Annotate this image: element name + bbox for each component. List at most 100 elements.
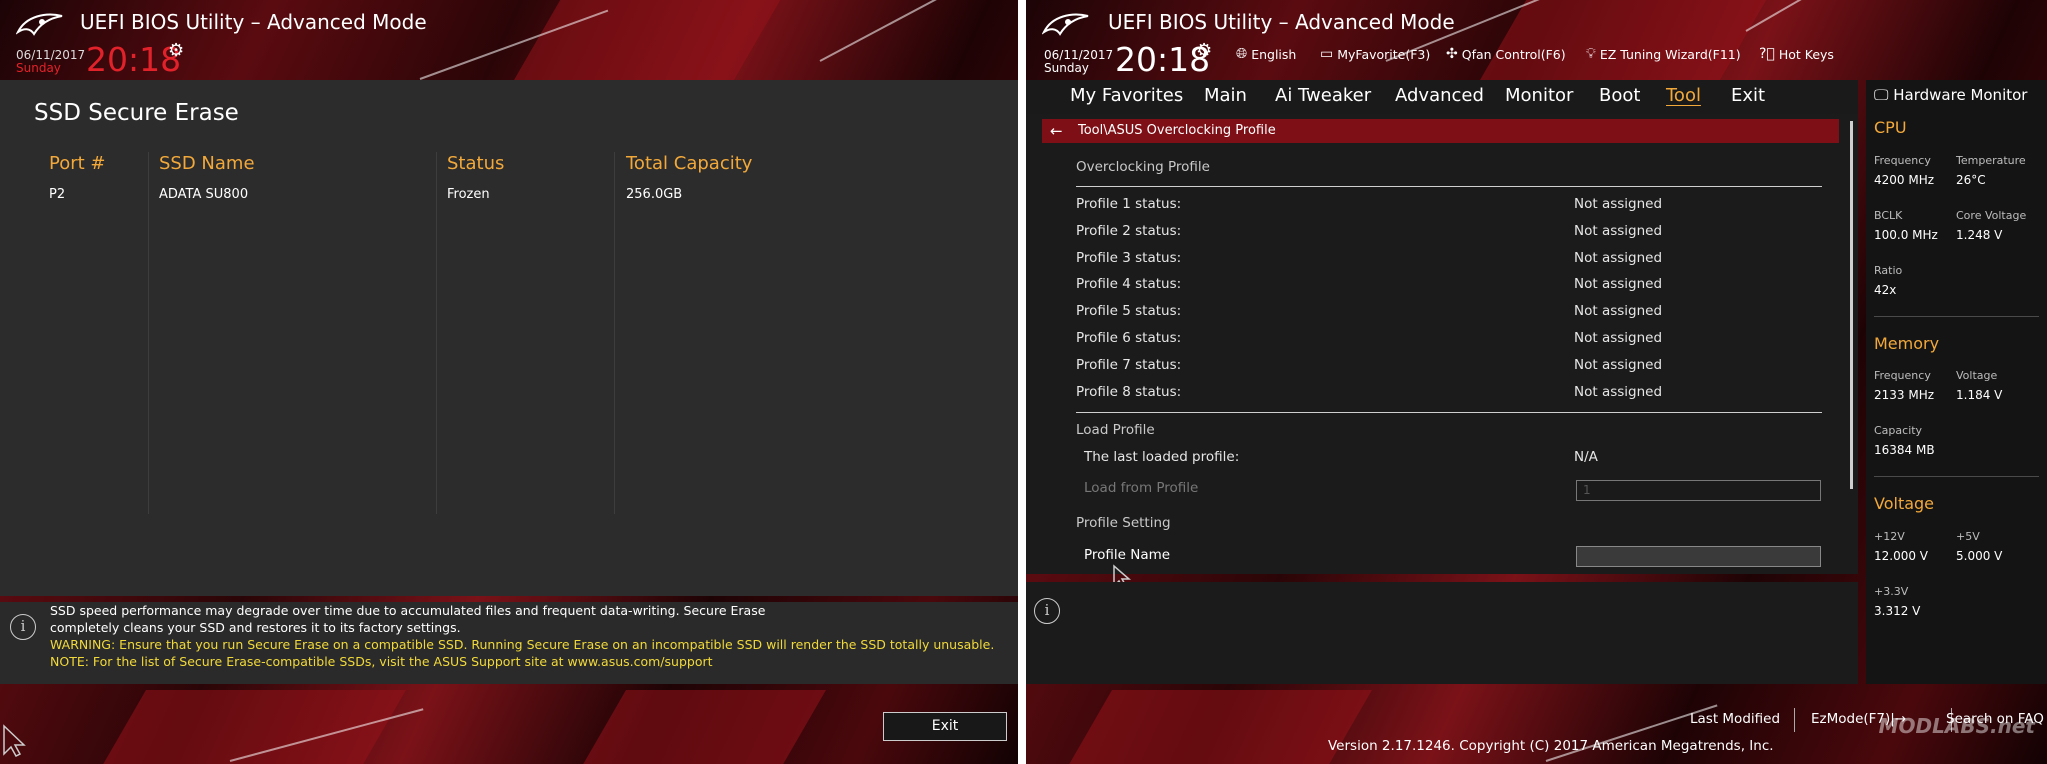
column-divider xyxy=(614,152,615,514)
core-voltage-value: 1.248 V xyxy=(1956,228,2003,242)
tab-boot[interactable]: Boot xyxy=(1599,85,1640,106)
myfavorite-button[interactable]: ▭ MyFavorite(F3) xyxy=(1320,46,1430,62)
memory-frequency-value: 2133 MHz xyxy=(1874,388,1935,402)
section-overclocking-profile: Overclocking Profile xyxy=(1076,159,1210,175)
day-text: Sunday xyxy=(16,61,61,75)
exit-button[interactable]: Exit xyxy=(883,712,1007,741)
page-title: SSD Secure Erase xyxy=(34,100,239,126)
language-button[interactable]: 🌐︎ English xyxy=(1236,46,1296,62)
voltage-heading: Voltage xyxy=(1874,494,1935,513)
info-line-1: SSD speed performance may degrade over t… xyxy=(50,603,766,618)
profile-status-label: Profile 5 status: xyxy=(1076,303,1182,319)
profile-name-label: Profile Name xyxy=(1084,547,1171,563)
v33-label: +3.3V xyxy=(1874,585,1909,598)
screenshot-divider xyxy=(1018,0,1026,764)
last-modified-button[interactable]: Last Modified xyxy=(1690,711,1780,727)
hot-keys-button[interactable]: ?⃞ Hot Keys xyxy=(1759,46,1834,62)
load-from-profile-label: Load from Profile xyxy=(1084,480,1199,496)
ssd-list-panel: SSD Secure Erase Port # SSD Name Status … xyxy=(0,80,1018,596)
profile-status-value: Not assigned xyxy=(1574,330,1663,346)
profile-status-value: Not assigned xyxy=(1574,250,1663,266)
copyright-text: Version 2.17.1246. Copyright (C) 2017 Am… xyxy=(1328,738,1774,754)
info-icon: i xyxy=(10,614,36,640)
scrollbar[interactable] xyxy=(1850,121,1853,489)
v5-value: 5.000 V xyxy=(1956,549,2003,563)
tab-monitor[interactable]: Monitor xyxy=(1505,85,1573,106)
memory-frequency-label: Frequency xyxy=(1874,369,1931,382)
ez-tuning-wizard-button[interactable]: 💡︎ EZ Tuning Wizard(F11) xyxy=(1586,46,1741,62)
v5-label: +5V xyxy=(1956,530,1980,543)
qfan-label: Qfan Control(F6) xyxy=(1461,46,1566,62)
gear-icon[interactable]: ⚙ xyxy=(168,40,184,61)
column-header-ssd-name: SSD Name xyxy=(159,153,255,174)
cpu-frequency-value: 4200 MHz xyxy=(1874,173,1935,187)
bg-streak xyxy=(819,0,1015,62)
memory-voltage-label: Voltage xyxy=(1956,369,1998,382)
memory-heading: Memory xyxy=(1874,334,1940,353)
monitor-icon: 🖵︎ xyxy=(1874,86,1889,104)
breadcrumb-text: Tool\ASUS Overclocking Profile xyxy=(1078,123,1276,138)
tab-advanced[interactable]: Advanced xyxy=(1395,85,1484,106)
settings-panel: ← Tool\ASUS Overclocking Profile Overclo… xyxy=(1026,114,1858,590)
main-nav: My Favorites Main Ai Tweaker Advanced Mo… xyxy=(1026,80,1858,114)
column-divider xyxy=(436,152,437,514)
section-divider xyxy=(1076,412,1822,413)
warning-text: WARNING: Ensure that you run Secure Eras… xyxy=(50,637,995,652)
breadcrumb[interactable]: ← Tool\ASUS Overclocking Profile xyxy=(1042,119,1839,143)
lightbulb-icon: 💡︎ xyxy=(1586,46,1596,62)
cell-ssd-name: ADATA SU800 xyxy=(159,187,249,202)
v33-value: 3.312 V xyxy=(1874,604,1921,618)
profile-status-label: Profile 2 status: xyxy=(1076,223,1182,239)
rog-logo-icon xyxy=(1042,13,1089,36)
tab-tool[interactable]: Tool xyxy=(1666,85,1701,106)
profile-status-label: Profile 6 status: xyxy=(1076,330,1182,346)
profile-status-value: Not assigned xyxy=(1574,303,1663,319)
ez-tuning-label: EZ Tuning Wizard(F11) xyxy=(1599,46,1741,62)
ssd-secure-erase-screen: UEFI BIOS Utility – Advanced Mode 06/11/… xyxy=(0,0,1018,764)
cpu-temperature-label: Temperature xyxy=(1956,154,2026,167)
tab-my-favorites[interactable]: My Favorites xyxy=(1070,85,1183,106)
profile-status-value: Not assigned xyxy=(1574,384,1663,400)
cpu-frequency-label: Frequency xyxy=(1874,154,1931,167)
cell-port: P2 xyxy=(49,187,66,202)
back-arrow-icon[interactable]: ← xyxy=(1050,119,1063,143)
profile-status-label: Profile 4 status: xyxy=(1076,276,1182,292)
note-text: NOTE: For the list of Secure Erase-compa… xyxy=(50,654,713,669)
profile-status-label: Profile 1 status: xyxy=(1076,196,1182,212)
favorite-icon: ▭ xyxy=(1320,46,1334,62)
mouse-cursor-icon xyxy=(3,724,26,757)
date-display: 06/11/2017 Sunday xyxy=(16,49,85,75)
day-text: Sunday xyxy=(1044,61,1089,75)
load-from-profile-input[interactable]: 1 xyxy=(1576,480,1821,501)
cell-capacity: 256.0GB xyxy=(626,187,683,202)
qfan-control-button[interactable]: ✣ Qfan Control(F6) xyxy=(1446,46,1566,62)
watermark-logo: MODLABS.net xyxy=(1878,714,2035,738)
memory-capacity-value: 16384 MB xyxy=(1874,443,1935,457)
profile-status-label: Profile 8 status: xyxy=(1076,384,1182,400)
last-loaded-profile-value: N/A xyxy=(1574,449,1598,465)
profile-status-value: Not assigned xyxy=(1574,276,1663,292)
info-panel: i xyxy=(1026,582,1858,684)
myfavorite-label: MyFavorite(F3) xyxy=(1337,46,1431,62)
tab-exit[interactable]: Exit xyxy=(1731,85,1765,106)
bclk-value: 100.0 MHz xyxy=(1874,228,1938,242)
info-icon: i xyxy=(1034,598,1060,624)
info-text: SSD speed performance may degrade over t… xyxy=(50,602,994,670)
clock: 20:18 xyxy=(86,40,182,79)
gear-icon[interactable]: ⚙ xyxy=(1196,40,1212,61)
profile-name-input[interactable] xyxy=(1576,546,1821,567)
footer-separator xyxy=(1794,708,1795,732)
cpu-temperature-value: 26°C xyxy=(1956,173,1986,187)
cpu-heading: CPU xyxy=(1874,118,1907,137)
bclk-label: BCLK xyxy=(1874,209,1903,222)
hot-keys-label: Hot Keys xyxy=(1778,46,1834,62)
tab-main[interactable]: Main xyxy=(1204,85,1247,106)
profile-status-value: Not assigned xyxy=(1574,357,1663,373)
section-profile-setting: Profile Setting xyxy=(1076,515,1171,531)
profile-status-label: Profile 7 status: xyxy=(1076,357,1182,373)
section-divider xyxy=(1874,316,2039,317)
overclocking-profile-screen: UEFI BIOS Utility – Advanced Mode 06/11/… xyxy=(1026,0,2047,764)
tab-ai-tweaker[interactable]: Ai Tweaker xyxy=(1275,85,1371,106)
fan-icon: ✣ xyxy=(1446,46,1458,62)
section-divider xyxy=(1874,476,2039,477)
